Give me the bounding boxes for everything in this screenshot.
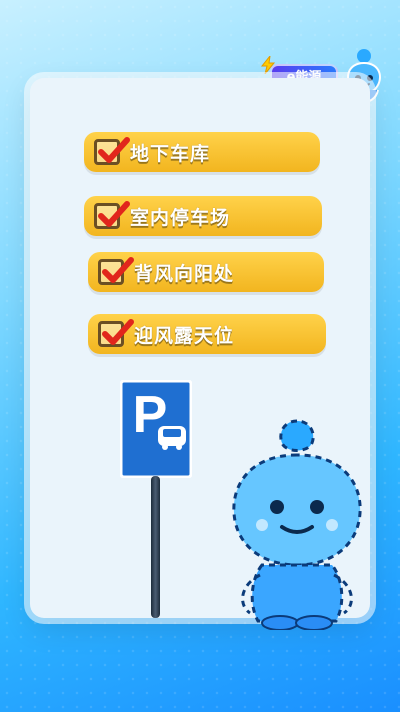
checkbox: [98, 257, 134, 285]
checklist-label: 迎风露天位: [134, 324, 235, 347]
checklist-item-sheltered-sunny: 背风向阳处: [88, 252, 324, 292]
checklist-label: 背风向阳处: [134, 262, 235, 285]
mascot-icon: [232, 419, 362, 630]
checklist-item-indoor-parking: 室内停车场: [84, 196, 322, 236]
checklist-item-underground-garage: 地下车库: [84, 132, 320, 172]
checklist-label: 室内停车场: [130, 206, 231, 229]
checkbox: [98, 319, 134, 347]
checklist-label: 地下车库: [130, 142, 211, 165]
check-mark-icon: [102, 319, 134, 345]
check-mark-icon: [98, 137, 130, 163]
checkbox: [94, 137, 130, 165]
check-mark-icon: [102, 257, 134, 283]
checklist-item-windward-open-air: 迎风露天位: [88, 314, 326, 354]
parking-sign-pole: [151, 476, 160, 618]
check-mark-icon: [98, 201, 130, 227]
checkbox: [94, 201, 130, 229]
parking-sign: P: [120, 380, 192, 478]
